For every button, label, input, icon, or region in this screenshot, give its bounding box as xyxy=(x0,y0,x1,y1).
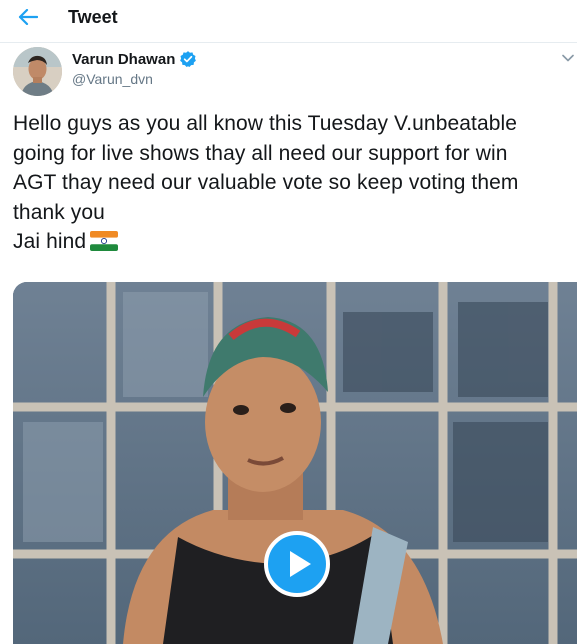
tweet-text-line: Hello guys as you all know this Tuesday … xyxy=(13,112,518,135)
top-bar: Tweet xyxy=(0,0,577,43)
chevron-down-icon[interactable] xyxy=(562,54,574,62)
tweet-text-line: thank you xyxy=(13,200,105,224)
page-title: Tweet xyxy=(68,7,118,27)
author-display-name[interactable]: Varun Dhawan xyxy=(72,51,175,68)
tweet-text-line: Jai hind xyxy=(13,230,87,253)
avatar-image xyxy=(13,47,62,96)
play-icon xyxy=(264,531,330,597)
author-handle[interactable]: @Varun_dvn xyxy=(72,71,153,87)
back-button[interactable] xyxy=(12,5,44,29)
arrow-left-icon xyxy=(18,9,38,25)
tweet-text-line: going for live shows thay all need our s… xyxy=(13,141,508,165)
tweet-text: Hello guys as you all know this Tuesday … xyxy=(13,109,568,257)
india-flag-icon xyxy=(90,231,119,251)
play-button[interactable] xyxy=(264,531,330,597)
avatar[interactable] xyxy=(13,47,62,96)
author-name-row[interactable]: Varun Dhawan xyxy=(72,50,197,68)
tweet-text-line: AGT thay need our valuable vote so keep … xyxy=(13,171,519,194)
tweet-text-line-last: Jai hind xyxy=(13,227,568,257)
verified-badge-icon xyxy=(180,51,197,67)
